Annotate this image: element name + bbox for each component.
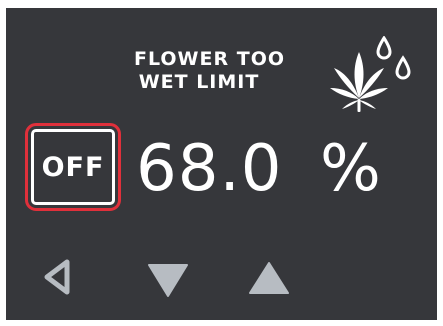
off-toggle-button[interactable]: OFF: [25, 123, 121, 211]
up-triangle-icon: [249, 262, 289, 294]
limit-value: 68.0: [136, 132, 283, 206]
back-triangle-icon: [44, 259, 70, 295]
increase-button[interactable]: [247, 260, 291, 296]
off-button-label: OFF: [31, 129, 115, 205]
controller-screen: FLOWER TOO WET LIMIT OFF 68.0 %: [6, 8, 437, 320]
setting-title-line-2: WET LIMIT: [138, 71, 260, 93]
setting-title: FLOWER TOO WET LIMIT: [134, 48, 286, 94]
decrease-button[interactable]: [146, 262, 190, 298]
limit-unit: %: [320, 132, 381, 206]
setting-title-line-1: FLOWER TOO: [134, 48, 286, 70]
down-triangle-icon: [148, 264, 188, 297]
back-button[interactable]: [41, 257, 73, 297]
cannabis-leaf-with-water-drops-icon: [324, 35, 424, 114]
